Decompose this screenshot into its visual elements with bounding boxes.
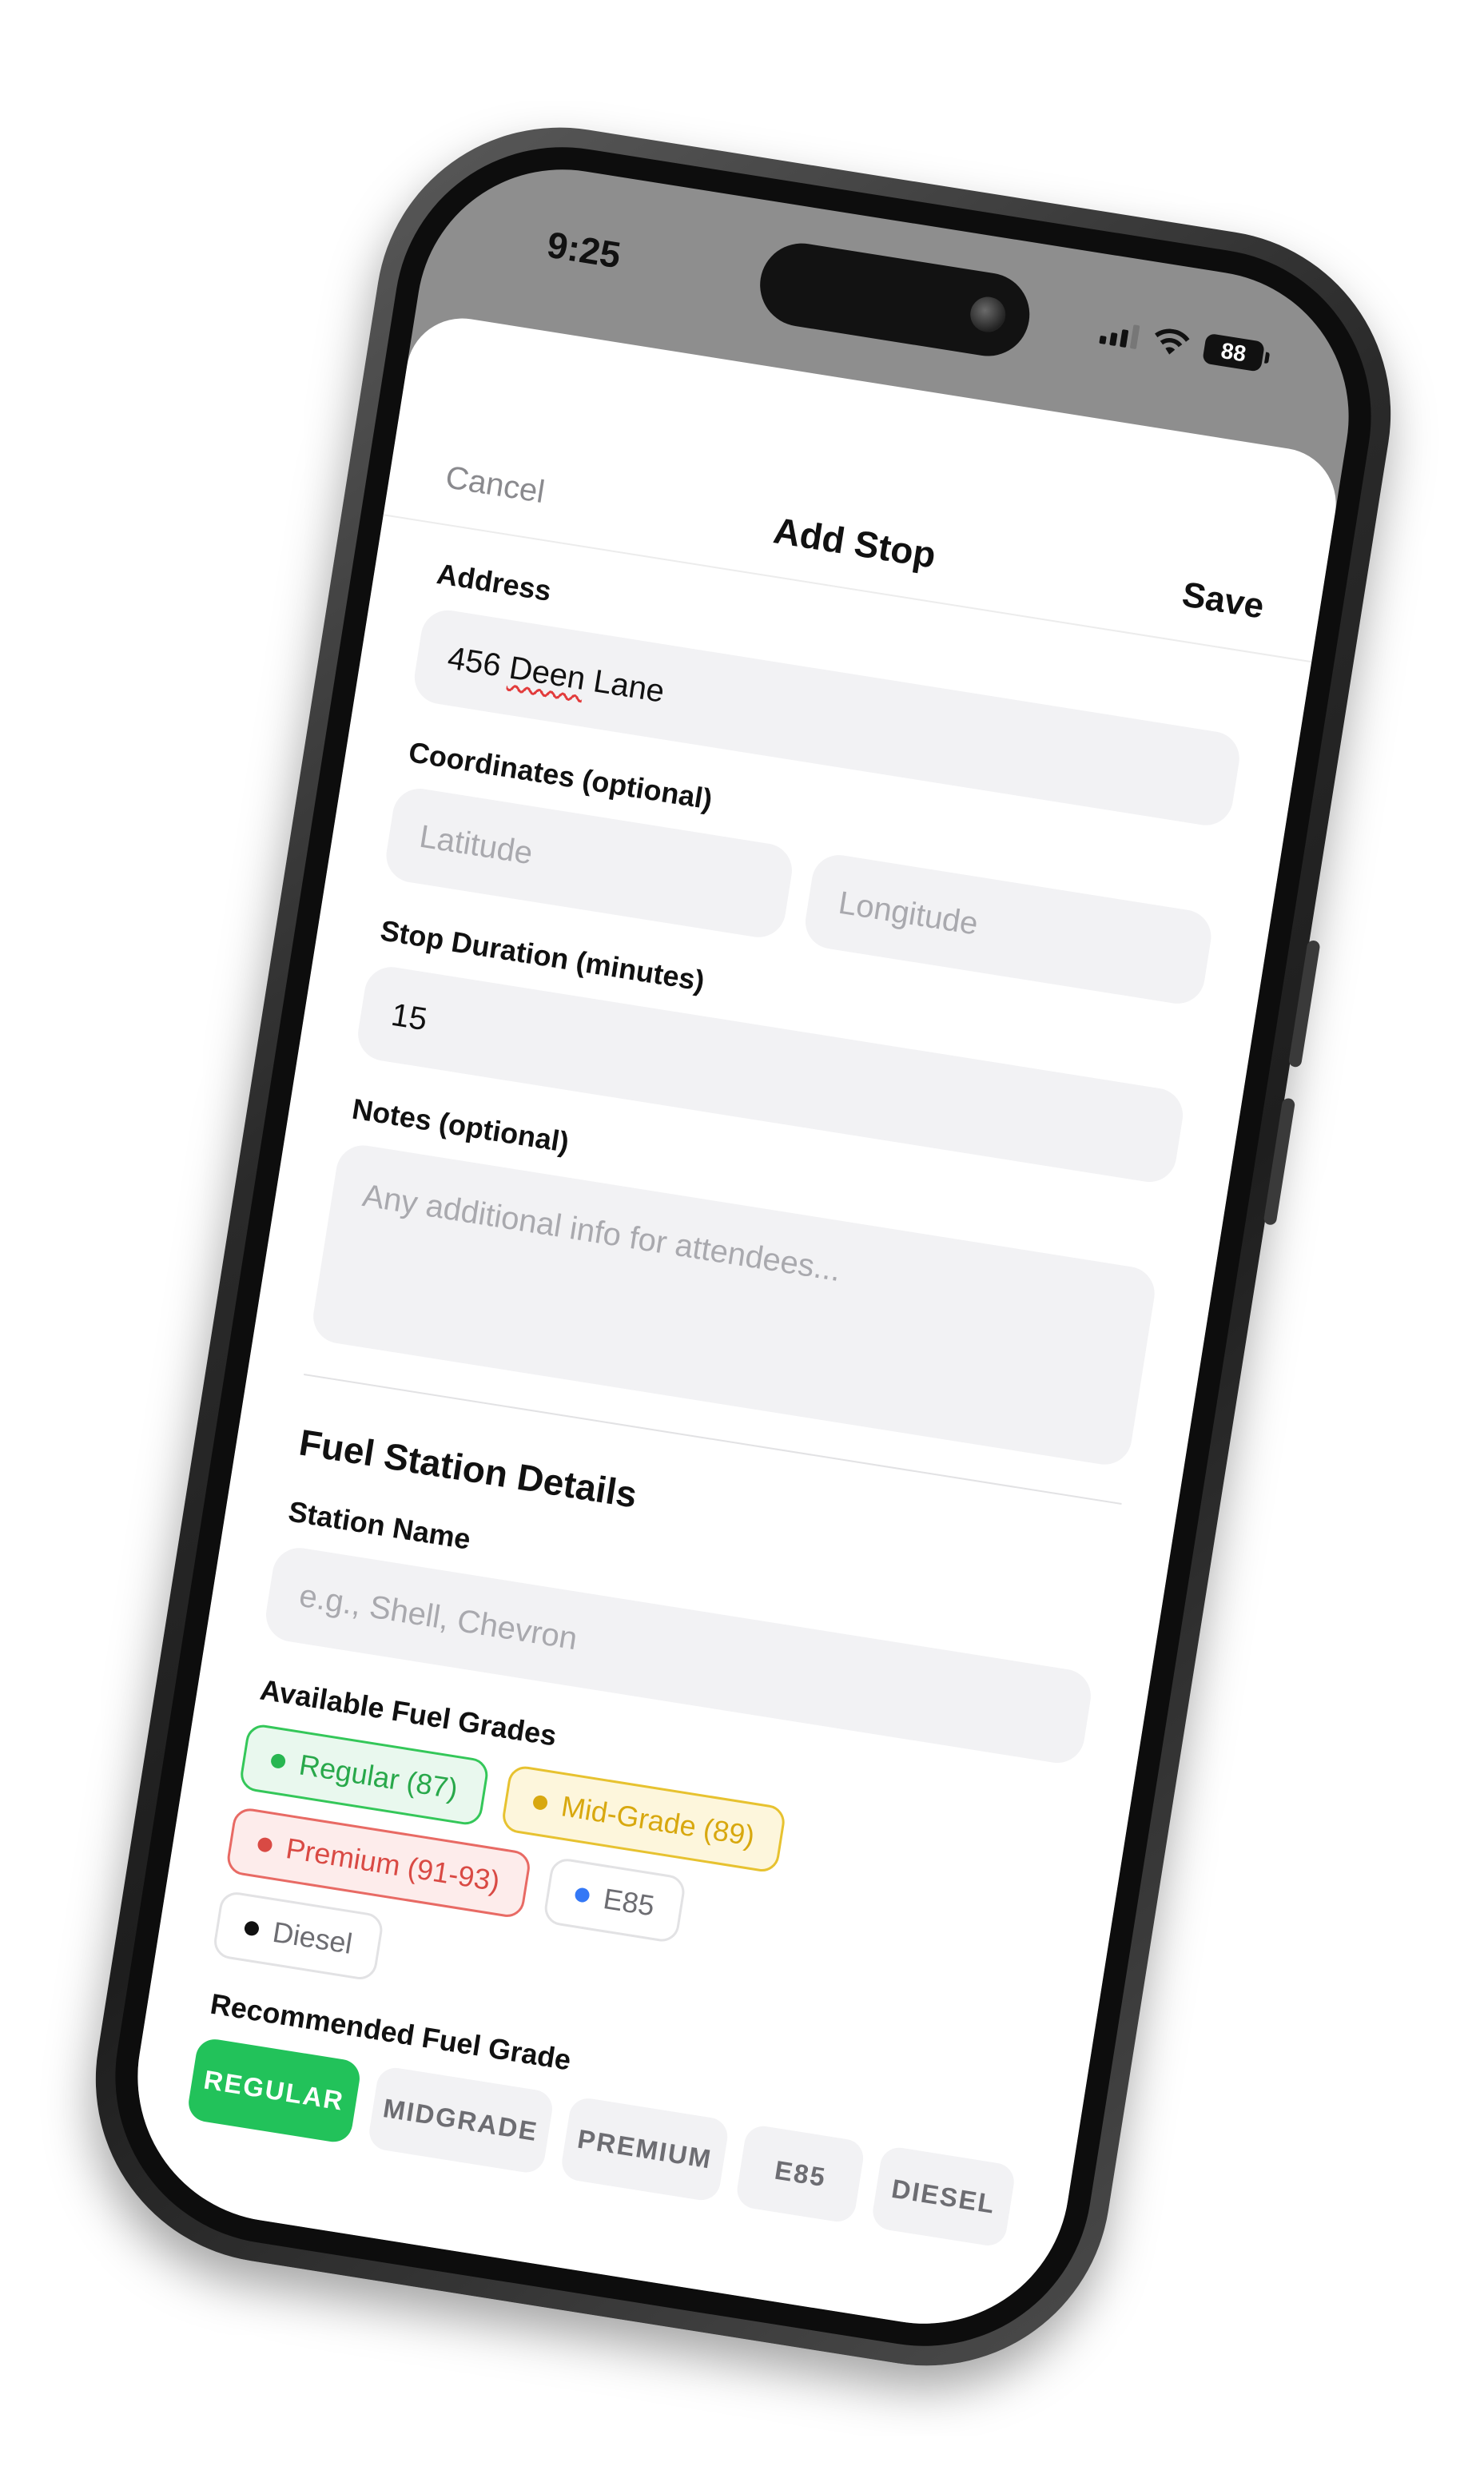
recommended-option-regular[interactable]: REGULAR [185, 2036, 363, 2145]
address-value-misspelled: Deen [507, 650, 588, 697]
address-value-suffix: Lane [582, 662, 667, 710]
wifi-icon [1155, 328, 1190, 355]
camera-icon [968, 294, 1009, 335]
chip-label: Premium (91-93) [284, 1832, 503, 1898]
recommended-option-diesel[interactable]: DIESEL [870, 2145, 1017, 2249]
chip-label: Mid-Grade (89) [559, 1789, 758, 1853]
recommended-option-e85[interactable]: E85 [734, 2123, 866, 2225]
grade-chip-regular[interactable]: Regular (87) [238, 1722, 491, 1828]
grade-chip-diesel[interactable]: Diesel [211, 1889, 385, 1983]
status-indicators: 88 [1099, 316, 1266, 372]
battery-level: 88 [1219, 337, 1248, 367]
add-stop-sheet: Cancel Add Stop Save Address 456 Deen La… [117, 310, 1344, 2345]
grade-chip-e85[interactable]: E85 [542, 1856, 687, 1944]
notes-field[interactable]: Any additional info for attendees... [309, 1141, 1159, 1469]
cellular-signal-icon [1099, 320, 1140, 350]
phone-device: 9:25 88 Cancel Add Stop Save Address 456… [69, 101, 1418, 2392]
save-button[interactable]: Save [1180, 575, 1267, 626]
recommended-option-midgrade[interactable]: MIDGRADE [366, 2065, 555, 2175]
dot-icon [531, 1794, 549, 1812]
recommended-option-premium[interactable]: PREMIUM [559, 2095, 731, 2203]
dot-icon [574, 1887, 591, 1903]
chip-label: Diesel [270, 1915, 355, 1960]
chip-label: Regular (87) [296, 1748, 460, 1806]
dynamic-island [754, 237, 1036, 363]
dot-icon [269, 1752, 287, 1770]
address-value-prefix: 456 [445, 639, 513, 685]
form-content: Address 456 Deen Lane Coordinates (optio… [185, 556, 1251, 2249]
status-time: 9:25 [544, 223, 624, 276]
dot-icon [257, 1836, 273, 1853]
battery-icon: 88 [1202, 332, 1266, 372]
screenshot-stage: 9:25 88 Cancel Add Stop Save Address 456… [0, 0, 1484, 2474]
phone-screen: 9:25 88 Cancel Add Stop Save Address 456… [117, 148, 1370, 2345]
dot-icon [243, 1919, 261, 1937]
chip-label: E85 [601, 1881, 657, 1923]
